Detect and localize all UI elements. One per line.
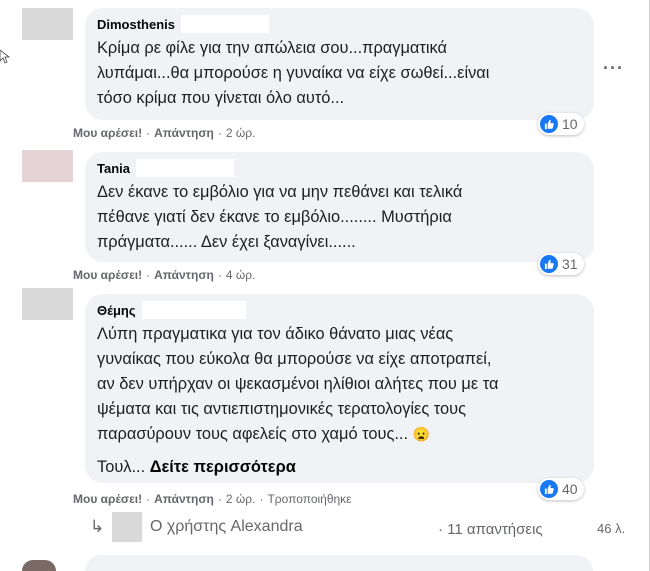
edited-label[interactable]: Τροποποιήθηκε	[267, 492, 351, 506]
avatar[interactable]	[22, 560, 56, 571]
see-more-link[interactable]: Δείτε περισσότερα	[150, 458, 296, 476]
like-button[interactable]: Μου αρέσει!	[73, 126, 142, 140]
redacted-surname	[136, 159, 234, 177]
like-button[interactable]: Μου αρέσει!	[73, 268, 142, 282]
comment-bubble: Dimosthenis Κρίμα ρε φίλε για την απώλει…	[85, 8, 594, 120]
reply-button[interactable]: Απάντηση	[154, 268, 214, 282]
comment-author[interactable]: Dimosthenis	[97, 17, 175, 32]
comment-text: Λύπη πραγματικα για τον άδικο θάνατο μια…	[97, 322, 582, 447]
reaction-count-badge[interactable]: 31	[538, 253, 584, 275]
comment-actions: Μου αρέσει! · Απάντηση · 2 ώρ. · Τροποπο…	[73, 492, 352, 506]
like-icon	[540, 255, 558, 273]
reply-user-text[interactable]: Ο χρήστης Alexandra	[150, 518, 303, 536]
avatar[interactable]	[22, 150, 73, 182]
reply-count[interactable]: · 11 απαντήσεις	[438, 521, 543, 538]
mouse-cursor-icon	[0, 50, 10, 64]
comment-bubble	[85, 555, 593, 571]
avatar[interactable]	[22, 8, 73, 40]
comment-bubble: Tania Δεν έκανε το εμβόλιο για να μην πε…	[85, 152, 594, 262]
reaction-count-badge[interactable]: 40	[538, 478, 584, 500]
comment-actions: Μου αρέσει! · Απάντηση · 4 ώρ.	[73, 268, 256, 282]
reply-button[interactable]: Απάντηση	[154, 126, 214, 140]
reply-button[interactable]: Απάντηση	[154, 492, 214, 506]
comment-author[interactable]: Tania	[97, 161, 130, 176]
like-icon	[540, 480, 558, 498]
avatar[interactable]	[22, 288, 73, 320]
comment-bubble: Θέμης Λύπη πραγματικα για τον άδικο θάνα…	[85, 294, 594, 483]
comment-actions: Μου αρέσει! · Απάντηση · 2 ώρ.	[73, 126, 256, 140]
reaction-count-badge[interactable]: 10	[538, 113, 584, 135]
comment-text-body: Λύπη πραγματικα για τον άδικο θάνατο μια…	[97, 325, 499, 443]
reply-arrow-icon: ↳	[90, 517, 105, 536]
redacted-surname	[181, 15, 270, 33]
comment-author[interactable]: Θέμης	[97, 303, 136, 318]
reply-time: 46 λ.	[597, 521, 626, 536]
more-options-icon[interactable]: ···	[603, 58, 624, 79]
comment-time[interactable]: 2 ώρ.	[226, 492, 256, 506]
comment-time[interactable]: 2 ώρ.	[226, 126, 256, 140]
like-button[interactable]: Μου αρέσει!	[73, 492, 142, 506]
comment-text: Κρίμα ρε φίλε για την απώλεια σου...πραγ…	[97, 39, 490, 107]
reaction-count: 10	[562, 116, 578, 132]
like-icon	[540, 115, 558, 133]
truncated-text: Τουλ...	[97, 458, 146, 476]
reaction-count: 31	[562, 256, 578, 272]
view-replies-link[interactable]: ↳ Ο χρήστης Alexandra	[90, 512, 303, 542]
see-more-line: Τουλ... Δείτε περισσότερα	[97, 455, 582, 480]
redacted-surname	[141, 301, 246, 319]
comment-text: Δεν έκανε το εμβόλιο για να μην πεθάνει …	[97, 183, 463, 251]
comment-time[interactable]: 4 ώρ.	[226, 268, 256, 282]
reaction-count: 40	[562, 481, 578, 497]
reply-avatar	[112, 512, 142, 542]
sad-face-emoji-icon: 😦	[412, 426, 431, 442]
